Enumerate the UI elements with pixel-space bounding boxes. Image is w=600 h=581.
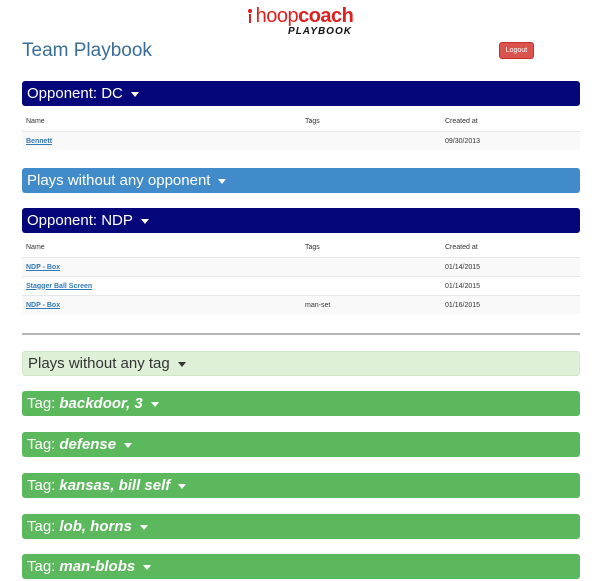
opponent-ndp-table: Name Tags Created at NDP - Box 01/14/201… bbox=[22, 238, 580, 314]
play-created: 01/14/2015 bbox=[445, 263, 481, 271]
tag-header-lob-horns[interactable]: Tag: lob, horns bbox=[22, 514, 580, 539]
tag-name: lob, horns bbox=[59, 518, 132, 535]
play-created: 01/16/2015 bbox=[445, 301, 481, 309]
tag-header-defense[interactable]: Tag: defense bbox=[22, 432, 580, 457]
logo-subtitle: PLAYBOOK bbox=[288, 26, 352, 37]
tag-name: defense bbox=[59, 436, 117, 453]
logo-hoop-text: hoop bbox=[255, 5, 299, 27]
play-link[interactable]: NDP - Box bbox=[26, 302, 60, 309]
play-created: 01/14/2015 bbox=[445, 282, 481, 290]
table-header-row: Name Tags Created at bbox=[22, 112, 580, 131]
column-header-tags: Tags bbox=[305, 118, 320, 125]
no-opponent-label: Plays without any opponent bbox=[27, 172, 211, 189]
tag-header-backdoor[interactable]: Tag: backdoor, 3 bbox=[22, 391, 580, 416]
column-header-created: Created at bbox=[445, 244, 478, 251]
no-tag-label: Plays without any tag bbox=[28, 355, 170, 372]
opponent-ndp-label: Opponent: NDP bbox=[27, 212, 133, 229]
table-row: Bennett 09/30/2013 bbox=[22, 131, 580, 150]
tag-prefix: Tag: bbox=[27, 436, 56, 453]
tag-name: backdoor, 3 bbox=[59, 395, 143, 412]
caret-down-icon bbox=[139, 525, 148, 530]
column-header-name: Name bbox=[26, 118, 45, 125]
tag-header-kansas[interactable]: Tag: kansas, bill self bbox=[22, 473, 580, 498]
tag-header-man-blobs[interactable]: Tag: man-blobs bbox=[22, 554, 580, 579]
table-row: NDP - Box 01/14/2015 bbox=[22, 257, 580, 276]
page-title: Team Playbook bbox=[22, 40, 152, 61]
table-row: NDP - Box man-set 01/16/2015 bbox=[22, 295, 580, 314]
play-created: 09/30/2013 bbox=[445, 137, 481, 145]
no-tag-header[interactable]: Plays without any tag bbox=[22, 351, 580, 376]
column-header-created: Created at bbox=[445, 118, 478, 125]
caret-down-icon bbox=[124, 443, 133, 448]
opponent-dc-table: Name Tags Created at Bennett 09/30/2013 bbox=[22, 112, 580, 150]
section-divider bbox=[22, 333, 580, 335]
tag-name: kansas, bill self bbox=[59, 477, 171, 494]
caret-down-icon bbox=[130, 92, 139, 97]
logo-wordmark: hoopcoach bbox=[0, 6, 600, 26]
play-link[interactable]: Bennett bbox=[26, 138, 52, 145]
caret-down-icon bbox=[178, 484, 187, 489]
play-link[interactable]: NDP - Box bbox=[26, 264, 60, 271]
tag-prefix: Tag: bbox=[27, 518, 56, 535]
player-figure-icon bbox=[247, 9, 253, 23]
column-header-name: Name bbox=[26, 244, 45, 251]
opponent-dc-label: Opponent: DC bbox=[27, 85, 123, 102]
logo-coach-text: coach bbox=[298, 5, 354, 27]
hoopcoach-logo: hoopcoach PLAYBOOK bbox=[0, 6, 600, 37]
opponent-dc-header[interactable]: Opponent: DC bbox=[22, 81, 580, 106]
play-link[interactable]: Stagger Ball Screen bbox=[26, 283, 92, 290]
caret-down-icon bbox=[150, 402, 159, 407]
caret-down-icon bbox=[218, 179, 227, 184]
column-header-tags: Tags bbox=[305, 244, 320, 251]
logout-button[interactable]: Logout bbox=[499, 42, 534, 59]
caret-down-icon bbox=[177, 362, 186, 367]
tag-prefix: Tag: bbox=[27, 558, 56, 575]
table-row: Stagger Ball Screen 01/14/2015 bbox=[22, 276, 580, 295]
tag-prefix: Tag: bbox=[27, 477, 56, 494]
play-tags: man-set bbox=[305, 301, 331, 309]
table-header-row: Name Tags Created at bbox=[22, 238, 580, 257]
caret-down-icon bbox=[140, 219, 149, 224]
tag-name: man-blobs bbox=[59, 558, 136, 575]
opponent-ndp-header[interactable]: Opponent: NDP bbox=[22, 208, 580, 233]
tag-prefix: Tag: bbox=[27, 395, 56, 412]
caret-down-icon bbox=[143, 565, 152, 570]
no-opponent-header[interactable]: Plays without any opponent bbox=[22, 168, 580, 193]
